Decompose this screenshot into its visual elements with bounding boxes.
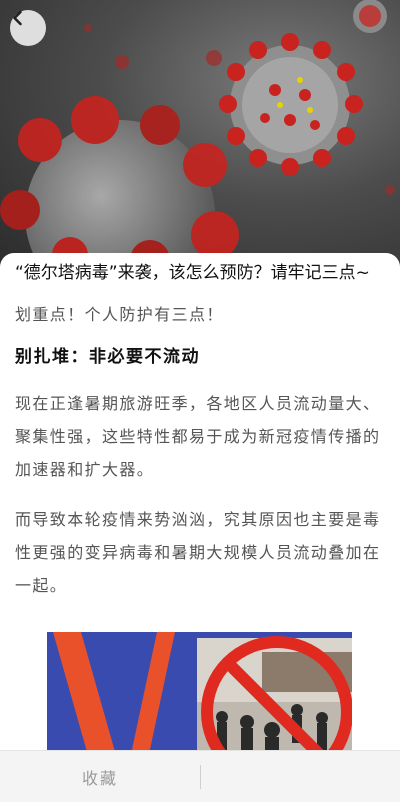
article-intro: 划重点！个人防护有三点！ xyxy=(15,305,224,324)
article-paragraph: 而导致本轮疫情来势汹汹，究其原因也主要是毒性更强的变异病毒和暑期大规模人员流动叠… xyxy=(15,510,381,595)
article-title: “德尔塔病毒”来袭，该怎么预防？请牢记三点~ xyxy=(15,263,370,283)
virus-illustration xyxy=(0,0,395,270)
collect-button[interactable]: 收藏 xyxy=(0,751,200,802)
hero-image xyxy=(0,0,400,270)
section-heading: 别扎堆：非必要不流动 xyxy=(15,347,200,367)
bottom-bar-right-slot[interactable] xyxy=(201,751,400,802)
bottom-bar: 收藏 xyxy=(0,750,400,802)
article-paragraph: 现在正逢暑期旅游旺季，各地区人员流动量大、聚集性强，这些特性都易于成为新冠疫情传… xyxy=(15,394,381,479)
article-card: “德尔塔病毒”来袭，该怎么预防？请牢记三点~ 划重点！个人防护有三点！ 别扎堆：… xyxy=(0,253,400,773)
chevron-left-icon xyxy=(13,10,22,26)
back-button[interactable] xyxy=(10,10,46,46)
